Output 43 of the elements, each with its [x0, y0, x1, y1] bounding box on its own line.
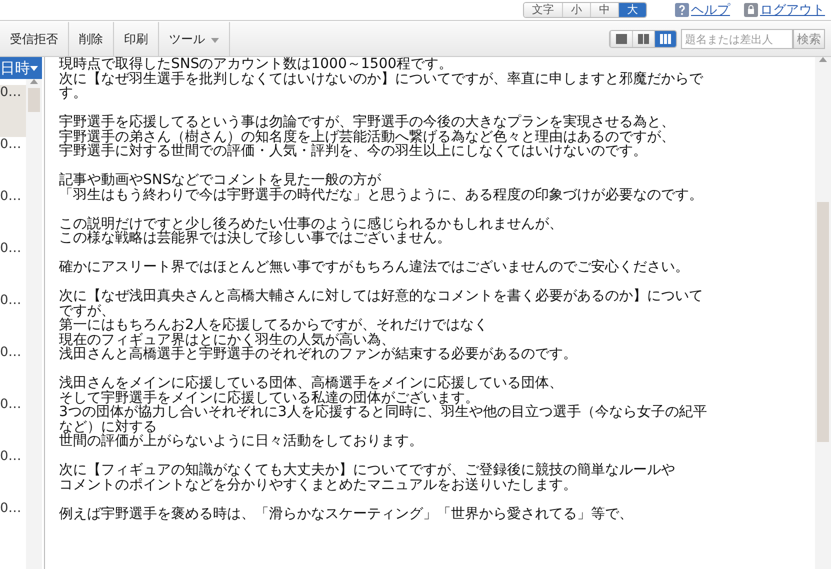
date-sort-header[interactable]: 日時	[0, 57, 42, 79]
text-size-button[interactable]: 中	[590, 3, 618, 17]
message-list-item[interactable]: 0…	[0, 345, 26, 397]
message-paragraph: 例えば宇野選手を褒める時は、「滑らかなスケーティング」「世界から愛されてる」等で、	[59, 506, 634, 521]
toolbar-button[interactable]: 受信拒否	[0, 22, 69, 56]
message-paragraph: 記事や動画やSNSなどでコメントを見た一般の方が 「羽生はもう終わりで今は宇野選手の時代だな」と思うように、ある程度の印象づけが必要なのです。	[59, 173, 704, 202]
message-paragraph: 次に【なぜ浅田真央さんと高橋大輔さんに対しては好意的なコメントを書く必要があるのか】について ですが、 第一にはもちろんお2人を応援してるからですが、それだけではなく 現在のフィギュア界はとにかく羽生の人気が高い為、 浅田さんと高橋選手と宇野選手のそれぞれのファンが結束する必要があるのです。	[59, 289, 704, 362]
scrollbar-thumb[interactable]	[28, 88, 40, 112]
message-paragraph: 浅田さんをメインに応援している団体、高橋選手をメインに応援している団体、 そして宇野選手をメインに応援している私達の団体がございます。 3つの団体が協力し合いそれぞれに3人を応援すると同時に、羽生や他の目立つ選手（今なら女子の紀平 など）に対する 世間の評価が上がらないように日々活動をしております。	[59, 376, 708, 448]
message-paragraph: 宇野選手を応援してるという事は勿論ですが、宇野選手の今後の大きなプランを実現させる為と、 宇野選手の弟さん（樹さん）の知名度を上げ芸能活動へ繋げる為など色々と理由はあるのですが、 宇野選手に対する世間での評価・人気・評判を、今の羽生以上にしなくてはいけないのです。	[59, 115, 676, 158]
message-list-item[interactable]: 0…	[0, 501, 26, 553]
message-list-item[interactable]: 0…	[0, 137, 26, 189]
message-list-item[interactable]: 0…	[0, 189, 26, 241]
lock-icon	[744, 3, 758, 17]
message-list-item[interactable]: 0…	[0, 449, 26, 501]
scrollbar[interactable]	[26, 79, 42, 569]
help-link[interactable]: ヘルプ	[675, 1, 730, 19]
message-paragraph: 確かにアスリート界ではほとんど無い事ですがもちろん違法ではございませんのでご安心ください。	[59, 260, 690, 274]
text-size-label: 文字	[524, 3, 562, 17]
search-field[interactable]: 題名または差出人	[681, 29, 793, 49]
view-button[interactable]	[610, 31, 632, 47]
toolbar-button[interactable]: 削除	[69, 22, 114, 56]
view-button[interactable]	[632, 31, 654, 47]
logout-link[interactable]: ログアウト	[744, 1, 825, 19]
message-list-item[interactable]: 0…	[0, 293, 26, 345]
message-paragraph: この説明だけですと少し後ろめたい仕事のように感じられるかもしれませんが、 この様な戦略は芸能界では決して珍しい事ではございません。	[59, 216, 564, 246]
tools-menu[interactable]: ツール	[159, 22, 230, 56]
scrollbar[interactable]	[815, 57, 831, 569]
caret-icon	[211, 38, 219, 43]
caret-icon	[30, 66, 38, 70]
question-icon	[675, 3, 689, 17]
layout-icon	[660, 34, 672, 44]
layout-icon	[638, 34, 650, 44]
text-size-button[interactable]: 小	[562, 3, 590, 17]
message-list-item[interactable]: 0…	[0, 397, 26, 449]
text-size-button[interactable]: 大	[618, 3, 646, 17]
message-paragraph: 次に【フィギュアの知識がなくても大丈夫か】についてですが、ご登録後に競技の簡単なルールや コメントのポイントなどを分かりやすくまとめたマニュアルをお送りいたします。	[59, 463, 676, 492]
message-list-item[interactable]: 0…	[0, 241, 26, 293]
view-button[interactable]	[654, 31, 676, 47]
scrollbar-thumb[interactable]	[817, 202, 829, 442]
toolbar-button[interactable]: 印刷	[114, 22, 159, 56]
message-list-item[interactable]: 0…	[0, 85, 26, 137]
layout-icon	[616, 34, 628, 44]
